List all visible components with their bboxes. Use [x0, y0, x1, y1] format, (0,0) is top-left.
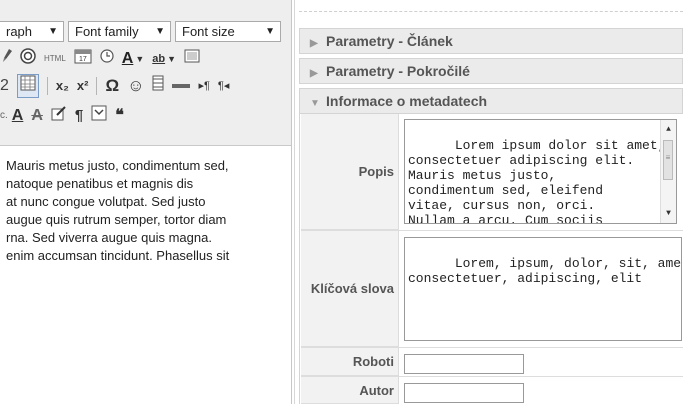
emoticon-icon[interactable]: ☺ — [127, 76, 144, 96]
klicova-slova-label: Klíčová slova — [301, 231, 399, 347]
insert-date-icon[interactable]: 17 — [74, 48, 92, 70]
brush-icon[interactable] — [2, 49, 12, 69]
partial-icon: 2 — [0, 77, 9, 94]
underline-icon[interactable]: A — [12, 106, 24, 126]
chevron-down-icon: ▼ — [265, 26, 275, 37]
content-line: at nunc congue volutpat. Sed justo — [6, 194, 206, 209]
autor-input[interactable] — [404, 383, 524, 403]
scrollbar[interactable]: ▲ ≡ ▼ — [660, 120, 676, 223]
edit-attributes-icon[interactable] — [51, 105, 67, 127]
panel-divider — [294, 0, 295, 404]
fullscreen-icon[interactable] — [184, 49, 200, 69]
insert-time-icon[interactable] — [100, 49, 114, 69]
triangle-right-icon: ▶ — [310, 68, 318, 79]
content-line: augue quis rutrum semper, tortor diam — [6, 212, 227, 227]
media-icon[interactable] — [152, 75, 164, 97]
font-family-value: Font family — [75, 24, 139, 39]
panel-divider — [291, 0, 292, 404]
section-label: Parametry - Článek — [326, 33, 453, 49]
triangle-down-icon: ▼ — [310, 98, 320, 109]
editor-content-area[interactable]: Mauris metus justo, condimentum sed, nat… — [0, 146, 291, 404]
rtl-direction-icon[interactable]: ¶◂ — [218, 76, 229, 96]
metadata-table: Popis Lorem ipsum dolor sit amet, consec… — [299, 114, 683, 404]
special-character-icon[interactable]: Ω — [105, 76, 119, 96]
toolbar-separator — [46, 77, 48, 95]
section-parametry-pokrocile[interactable]: ▶ Parametry - Pokročilé — [299, 58, 683, 84]
scroll-up-icon[interactable]: ▲ — [661, 122, 676, 137]
toolbar-row-3: c. A A ¶ ❝ — [0, 103, 132, 129]
paragraph-format-select[interactable]: raph ▼ — [0, 21, 64, 42]
autor-label: Autor — [301, 377, 399, 404]
content-line: natoque penatibus et magnis dis — [6, 176, 194, 191]
content-line: enim accumsan tincidunt. Phasellus sit — [6, 248, 230, 263]
chevron-down-icon: ▼ — [48, 26, 58, 37]
paragraph-format-value: raph — [6, 24, 33, 39]
section-label: Informace o metadatech — [326, 93, 488, 109]
roboti-input[interactable] — [404, 354, 524, 374]
dashed-divider — [299, 11, 683, 12]
show-blocks-icon[interactable]: ¶ — [75, 106, 83, 126]
svg-text:17: 17 — [79, 56, 87, 63]
klicova-slova-textarea[interactable]: Lorem, ipsum, dolor, sit, amet, consecte… — [404, 237, 682, 341]
superscript-icon[interactable]: x² — [77, 76, 89, 96]
toolbar-row-2: 2 x₂ x² Ω ☺ ▸¶ ¶◂ — [0, 73, 237, 99]
toolbar-separator — [96, 77, 98, 95]
chevron-down-icon[interactable]: ▼ — [135, 49, 144, 69]
font-family-select[interactable]: Font family ▼ — [68, 21, 171, 42]
section-informace-o-metadatech[interactable]: ▼ Informace o metadatech — [299, 88, 683, 114]
help-icon[interactable] — [20, 48, 36, 70]
font-size-select[interactable]: Font size ▼ — [175, 21, 281, 42]
partial-icon: c. — [0, 110, 8, 121]
strikethrough-icon[interactable]: A — [31, 106, 43, 126]
highlight-color-icon[interactable]: ab — [152, 49, 165, 69]
visual-aid-icon[interactable] — [91, 105, 107, 127]
chevron-down-icon: ▼ — [155, 26, 165, 37]
toolbar-row-1: HTML 17 A ▼ ab ▼ — [0, 46, 208, 72]
chevron-down-icon[interactable]: ▼ — [167, 49, 176, 69]
horizontal-rule-icon[interactable] — [172, 76, 191, 96]
scroll-thumb[interactable]: ≡ — [663, 140, 673, 180]
font-size-value: Font size — [182, 24, 235, 39]
content-line: Mauris metus justo, condimentum sed, — [6, 158, 229, 173]
popis-textarea[interactable]: Lorem ipsum dolor sit amet, consectetuer… — [404, 119, 677, 224]
metadata-panel: ▶ Parametry - Článek ▶ Parametry - Pokroči… — [299, 0, 683, 404]
blockquote-icon[interactable]: ❝ — [115, 106, 124, 126]
content-line: rna. Sed viverra augue quis magna. — [6, 230, 212, 245]
section-parametry-clanek[interactable]: ▶ Parametry - Článek — [299, 28, 683, 54]
font-color-icon[interactable]: A — [122, 49, 134, 69]
text-editor: raph ▼ Font family ▼ Font size ▼ HTML 17… — [0, 0, 291, 404]
section-label: Parametry - Pokročilé — [326, 63, 470, 79]
popis-text: Lorem ipsum dolor sit amet, consectetuer… — [408, 138, 666, 224]
klicova-slova-text: Lorem, ipsum, dolor, sit, amet, consecte… — [408, 256, 682, 286]
insert-table-icon[interactable] — [16, 74, 39, 98]
html-source-icon[interactable]: HTML — [44, 49, 66, 69]
triangle-right-icon: ▶ — [310, 38, 318, 49]
ltr-direction-icon[interactable]: ▸¶ — [198, 76, 209, 96]
roboti-label: Roboti — [301, 348, 399, 376]
popis-label: Popis — [301, 114, 399, 230]
subscript-icon[interactable]: x₂ — [56, 76, 69, 96]
scroll-down-icon[interactable]: ▼ — [661, 206, 676, 221]
